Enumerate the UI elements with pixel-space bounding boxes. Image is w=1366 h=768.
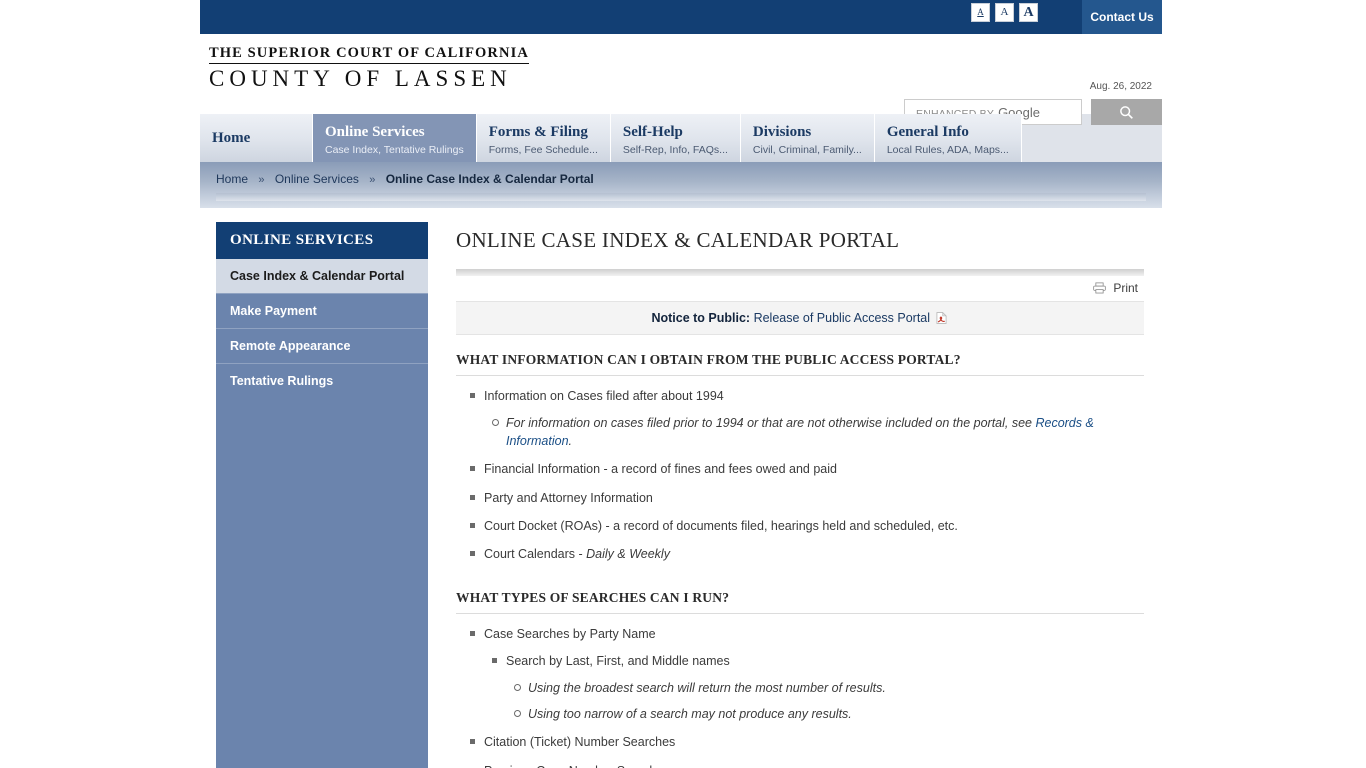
search-submit-button[interactable] [1091, 99, 1162, 125]
list-item-text: Search by Last, First, and Middle names [506, 654, 730, 668]
list-item-text: Party and Attorney Information [484, 490, 653, 505]
list-item-tail: . [568, 434, 573, 449]
section-1-heading: WHAT INFORMATION CAN I OBTAIN FROM THE P… [456, 335, 1144, 376]
pdf-icon [936, 312, 947, 324]
list-item: Previous Case Number Searches [470, 762, 1144, 768]
list-item-text: Court Docket (ROAs) - a record of docume… [484, 518, 958, 533]
content-columns: ONLINE SERVICES Case Index & Calendar Po… [200, 208, 1162, 768]
list-item-text: Financial Information - a record of fine… [484, 462, 837, 477]
breadcrumb-current: Online Case Index & Calendar Portal [385, 172, 594, 186]
sidebar-item-case-index[interactable]: Case Index & Calendar Portal [216, 259, 428, 293]
public-notice-banner[interactable]: Notice to Public: Release of Public Acce… [456, 301, 1144, 335]
breadcrumb-bar: Home » Online Services » Online Case Ind… [200, 162, 1162, 208]
list-item: Court Calendars - Daily & Weekly [470, 545, 1144, 563]
nav-item-home-label: Home [212, 130, 251, 146]
main-navigation: Home Online Services Case Index, Tentati… [200, 114, 1162, 162]
site-logo[interactable]: THE SUPERIOR COURT OF CALIFORNIA COUNTY … [209, 45, 529, 92]
list-item: For information on cases filed prior to … [492, 414, 1144, 450]
sidebar-footer-spacer [216, 398, 428, 412]
breadcrumb-online-services[interactable]: Online Services [275, 172, 359, 186]
sidebar-item-make-payment[interactable]: Make Payment [216, 293, 428, 328]
top-utility-bar: A A A Contact Us [200, 0, 1162, 34]
breadcrumb-home[interactable]: Home [216, 172, 248, 186]
font-size-controls: A A A [971, 3, 1038, 22]
nav-item-divisions-label: Divisions [752, 124, 812, 140]
section-1-sublist: For information on cases filed prior to … [484, 414, 1144, 450]
breadcrumb-shadow [216, 193, 1146, 201]
list-item-text: Case Searches by Party Name [484, 626, 656, 641]
list-item: Citation (Ticket) Number Searches [470, 733, 1144, 751]
list-item: Search by Last, First, and Middle names … [492, 652, 1144, 723]
section-2-sublist: Search by Last, First, and Middle names … [484, 652, 1144, 723]
list-item-text: Using too narrow of a search may not pro… [528, 707, 852, 722]
title-divider [456, 269, 1144, 276]
nav-item-self-help-label: Self-Help [622, 124, 683, 140]
breadcrumb: Home » Online Services » Online Case Ind… [216, 172, 1162, 186]
nav-item-forms-filing[interactable]: Forms & Filing Forms, Fee Schedule... [476, 114, 611, 162]
font-size-small-button[interactable]: A [971, 3, 990, 22]
nav-item-general-info-sub: Local Rules, ADA, Maps... [886, 144, 1009, 156]
nav-item-self-help-sub: Self-Rep, Info, FAQs... [622, 144, 728, 156]
section-1-list: Information on Cases filed after about 1… [456, 387, 1144, 563]
list-item-text: Court Calendars - [484, 546, 587, 561]
current-date: Aug. 26, 2022 [1089, 81, 1152, 92]
list-item-emphasis: Daily & Weekly [586, 546, 670, 561]
section-2-list: Case Searches by Party Name Search by La… [456, 625, 1144, 768]
page-title: ONLINE CASE INDEX & CALENDAR PORTAL [456, 228, 900, 252]
search-icon [1120, 105, 1133, 119]
sidebar-item-remote-appearance[interactable]: Remote Appearance [216, 328, 428, 363]
font-size-medium-button[interactable]: A [995, 3, 1014, 22]
nav-item-divisions-sub: Civil, Criminal, Family... [752, 144, 862, 156]
list-item: Case Searches by Party Name Search by La… [470, 625, 1144, 724]
list-item: Using too narrow of a search may not pro… [514, 705, 1144, 723]
nav-item-online-services[interactable]: Online Services Case Index, Tentative Ru… [313, 114, 477, 162]
sidebar: ONLINE SERVICES Case Index & Calendar Po… [216, 222, 428, 768]
font-size-large-button[interactable]: A [1019, 3, 1038, 22]
list-item: Using the broadest search will return th… [514, 679, 1144, 697]
list-item-text: Information on Cases filed after about 1… [484, 389, 724, 403]
page-root: A A A Contact Us THE SUPERIOR COURT OF C… [0, 0, 1366, 768]
print-label: Print [1113, 281, 1138, 295]
site-container: A A A Contact Us THE SUPERIOR COURT OF C… [200, 0, 1162, 768]
nav-item-forms-filing-label: Forms & Filing [488, 124, 588, 140]
printer-icon [1093, 282, 1107, 294]
list-item-text: Using the broadest search will return th… [528, 681, 886, 696]
section-2-heading: WHAT TYPES OF SEARCHES CAN I RUN? [456, 573, 1144, 614]
main-content: ONLINE CASE INDEX & CALENDAR PORTAL Prin… [428, 222, 1162, 768]
sidebar-heading: ONLINE SERVICES [216, 222, 428, 259]
nav-item-online-services-sub: Case Index, Tentative Rulings [325, 144, 464, 156]
breadcrumb-separator-2: » [369, 174, 376, 186]
nav-item-divisions[interactable]: Divisions Civil, Criminal, Family... [740, 114, 875, 162]
list-item: Financial Information - a record of fine… [470, 460, 1144, 478]
breadcrumb-separator: » [258, 174, 265, 186]
nav-item-self-help[interactable]: Self-Help Self-Rep, Info, FAQs... [610, 114, 741, 162]
nav-item-home[interactable]: Home [200, 114, 313, 162]
logo-line-2: COUNTY OF LASSEN [209, 66, 512, 91]
list-item-text: Citation (Ticket) Number Searches [484, 735, 676, 750]
print-button[interactable]: Print [456, 276, 1144, 301]
list-item-text: Previous Case Number Searches [484, 764, 670, 768]
logo-line-1: THE SUPERIOR COURT OF CALIFORNIA [209, 45, 529, 64]
sidebar-item-tentative-rulings[interactable]: Tentative Rulings [216, 363, 428, 398]
nav-item-general-info-label: General Info [886, 124, 969, 140]
nav-item-general-info[interactable]: General Info Local Rules, ADA, Maps... [874, 114, 1022, 162]
notice-link-text[interactable]: Release of Public Access Portal [754, 311, 930, 325]
list-item: Information on Cases filed after about 1… [470, 387, 1144, 450]
masthead: THE SUPERIOR COURT OF CALIFORNIA COUNTY … [200, 34, 1162, 125]
contact-us-button[interactable]: Contact Us [1082, 0, 1162, 34]
list-item: Court Docket (ROAs) - a record of docume… [470, 517, 1144, 535]
nav-item-forms-filing-sub: Forms, Fee Schedule... [488, 144, 598, 156]
list-item: Party and Attorney Information [470, 489, 1144, 507]
notice-prefix: Notice to Public: [651, 311, 751, 325]
list-item-text: For information on cases filed prior to … [506, 416, 1036, 431]
section-2-subsublist: Using the broadest search will return th… [506, 679, 1144, 723]
nav-item-online-services-label: Online Services [325, 124, 425, 140]
